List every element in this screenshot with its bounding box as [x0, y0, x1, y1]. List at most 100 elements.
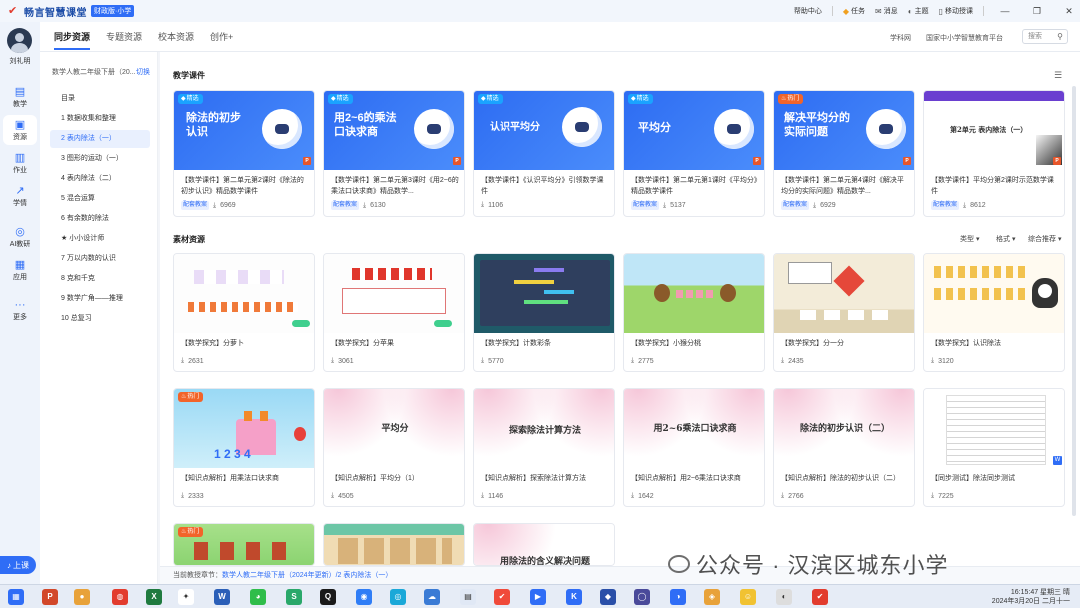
app-icon[interactable]: ◐	[776, 589, 792, 605]
material-card[interactable]: 【数学探究】认识除法 ⤓ 3120	[923, 253, 1065, 372]
courseware-card[interactable]: 第2单元 表内除法（一） P 【数学课件】平均分第2课时示范数学课件 配套教案 ⤓…	[923, 90, 1065, 217]
material-card[interactable]: 除法的初步认识（二） 【知识点解析】除法的初步认识（二） ⤓ 2766	[773, 388, 915, 507]
tab-topic-resources[interactable]: 专题资源	[106, 30, 142, 43]
material-card[interactable]: 平均分 【知识点解析】平均分（1） ⤓ 4505	[323, 388, 465, 507]
courseware-card[interactable]: 除法的初步认识 ◆ 精选 P 【数学课件】第二单元第2课时《除法的初步认识》精品数…	[173, 90, 315, 217]
rail-item-learning[interactable]: ↗ 学情	[3, 181, 37, 211]
tree-item[interactable]: 6 有余数的除法	[50, 210, 150, 228]
rail-item-more[interactable]: ··· 更多	[3, 295, 37, 325]
courseware-card[interactable]: 平均分 ◆ 精选 P 【数学课件】第二单元第1课时《平均分》精品数学课件 配套教案…	[623, 90, 765, 217]
switch-textbook-link[interactable]: 切换	[136, 67, 150, 77]
current-chapter-link[interactable]: 数学人教二年级下册（2024年更新）/2 表内除法（一）	[222, 572, 392, 579]
tree-item-active[interactable]: 2 表内除法（一）	[50, 130, 150, 148]
card-title: 【数学探究】分苹果	[331, 340, 394, 347]
material-card[interactable]: 【数学探究】分萝卜 ⤓ 2631	[173, 253, 315, 372]
tree-item[interactable]: 5 混合运算	[50, 190, 150, 208]
tab-school-resources[interactable]: 校本资源	[158, 30, 194, 43]
app-icon[interactable]: ◑	[670, 589, 686, 605]
app-icon[interactable]: ☺	[740, 589, 756, 605]
app-icon[interactable]: ▶	[530, 589, 546, 605]
messages-button[interactable]: ✉ 消息	[875, 6, 898, 16]
courseware-card[interactable]: 认识平均分 ◆ 精选 【数学课件】《认识平均分》引领数学课件 ⤓ 1106	[473, 90, 615, 217]
material-card[interactable]: 用除法的含义解决问题	[473, 523, 615, 566]
tree-item[interactable]: 1 数据收集和整理	[50, 110, 150, 128]
material-card[interactable]: 1 2 3 4 ♨ 热门 【知识点解析】用乘法口诀求商 ⤓ 2333	[173, 388, 315, 507]
app-icon[interactable]: ◉	[356, 589, 372, 605]
material-card[interactable]: 【数学探究】小猴分桃 ⤓ 2775	[623, 253, 765, 372]
filter-format-dropdown[interactable]: 格式 ▾	[996, 234, 1015, 244]
sort-dropdown[interactable]: 综合推荐 ▾	[1028, 234, 1061, 244]
material-card[interactable]: 【数学探究】分一分 ⤓ 2435	[773, 253, 915, 372]
tree-item[interactable]: 8 克和千克	[50, 270, 150, 288]
material-card[interactable]: 探索除法计算方法 【知识点解析】探索除法计算方法 ⤓ 1146	[473, 388, 615, 507]
tree-item[interactable]: 目录	[50, 90, 150, 108]
material-card[interactable]	[323, 523, 465, 566]
app-icon[interactable]: ◎	[390, 589, 406, 605]
mobile-teaching-button[interactable]: ▯ 移动授课	[939, 6, 973, 16]
material-thumbnail: 平均分	[324, 389, 464, 468]
rail-label: 更多	[13, 313, 27, 321]
download-count: 1146	[488, 492, 504, 500]
list-view-icon[interactable]: ☰	[1054, 70, 1062, 81]
tree-item[interactable]: ★ 小小设计师	[50, 230, 150, 248]
rail-item-resource[interactable]: ▣ 资源	[3, 115, 37, 145]
homework-icon: ▥	[14, 151, 26, 164]
flame-icon: ♨	[181, 529, 187, 535]
material-card[interactable]: W 【同步测试】除法同步测试 ⤓ 7225	[923, 388, 1065, 507]
courseware-card[interactable]: 用2~6的乘法口诀求商 ◆ 精选 P 【数学课件】第二单元第3课时《用2~6的乘法…	[323, 90, 465, 217]
word-icon[interactable]: W	[214, 589, 230, 605]
rail-item-homework[interactable]: ▥ 作业	[3, 148, 37, 178]
material-card[interactable]: 用2~6乘法口诀求商 【知识点解析】用2~6乘法口诀求商 ⤓ 1642	[623, 388, 765, 507]
material-card[interactable]: ♨ 热门	[173, 523, 315, 566]
material-card[interactable]: 【数学探究】计数彩条 ⤓ 5770	[473, 253, 615, 372]
scrollbar[interactable]	[1072, 86, 1076, 516]
powerpoint-icon[interactable]: P	[42, 589, 58, 605]
tree-item[interactable]: 9 数学广角——推理	[50, 290, 150, 308]
tree-item[interactable]: 4 表内除法（二）	[50, 170, 150, 188]
tree-item[interactable]: 10 总复习	[50, 310, 150, 328]
help-center-link[interactable]: 帮助中心	[794, 6, 822, 16]
card-meta: ⤓ 1642	[631, 492, 654, 500]
courseware-card[interactable]: 解决平均分的实际问题 ♨ 热门 P 【数学课件】第二单元第4课时《解决平均分的实际…	[773, 90, 915, 217]
link-xuekewang[interactable]: 学科网	[890, 33, 911, 43]
app-icon[interactable]: S	[286, 589, 302, 605]
thumb-title: 除法的初步认识（二）	[799, 424, 890, 434]
card-title: 【数学探究】小猴分桃	[631, 340, 701, 347]
rail-item-apps[interactable]: ▦ 应用	[3, 255, 37, 285]
rail-item-teach[interactable]: ▤ 教学	[3, 82, 37, 112]
restore-icon[interactable]: ❐	[1026, 6, 1048, 17]
task-button[interactable]: ◆ 任务	[843, 6, 865, 16]
rail-item-ai[interactable]: ◎ AI教研	[3, 222, 37, 252]
app-icon[interactable]: ◈	[704, 589, 720, 605]
tree-item[interactable]: 3 图形的运动（一）	[50, 150, 150, 168]
start-class-button[interactable]: ♪ 上课	[0, 556, 36, 574]
search-input[interactable]: 搜索 ⚲	[1022, 29, 1068, 44]
close-icon[interactable]: ✕	[1058, 6, 1080, 17]
app-icon[interactable]: ●	[74, 589, 90, 605]
app-icon[interactable]: ◍	[112, 589, 128, 605]
app-icon[interactable]: K	[566, 589, 582, 605]
qq-icon[interactable]: Q	[320, 589, 336, 605]
tab-create[interactable]: 创作+	[210, 30, 233, 43]
tab-sync-resources[interactable]: 同步资源	[54, 30, 90, 43]
theme-button[interactable]: ◐ 主题	[908, 6, 929, 16]
app-icon[interactable]: ✦	[178, 589, 194, 605]
app-icon[interactable]: ✔	[494, 589, 510, 605]
download-icon: ⤓	[631, 492, 635, 499]
app-icon[interactable]: ▤	[460, 589, 476, 605]
filter-type-dropdown[interactable]: 类型 ▾	[960, 234, 979, 244]
minimize-icon[interactable]: —	[994, 6, 1016, 16]
material-card[interactable]: 【数学探究】分苹果 ⤓ 3061	[323, 253, 465, 372]
card-meta: 配套教案 ⤓ 6929	[781, 201, 836, 210]
app-icon[interactable]: ◆	[600, 589, 616, 605]
excel-icon[interactable]: X	[146, 589, 162, 605]
avatar[interactable]	[7, 28, 32, 53]
app-icon[interactable]: ☁	[424, 589, 440, 605]
wechat-taskbar-icon[interactable]: ◕	[250, 589, 266, 605]
app-icon[interactable]: ✔	[812, 589, 828, 605]
app-icon[interactable]: ◯	[634, 589, 650, 605]
start-icon[interactable]: ▦	[8, 589, 24, 605]
system-clock[interactable]: 16:15:47 星期三 晴 2024年3月20日 二月十一	[992, 588, 1070, 606]
link-national-platform[interactable]: 国家中小学智慧教育平台	[926, 33, 1003, 43]
tree-item[interactable]: 7 万以内数的认识	[50, 250, 150, 268]
